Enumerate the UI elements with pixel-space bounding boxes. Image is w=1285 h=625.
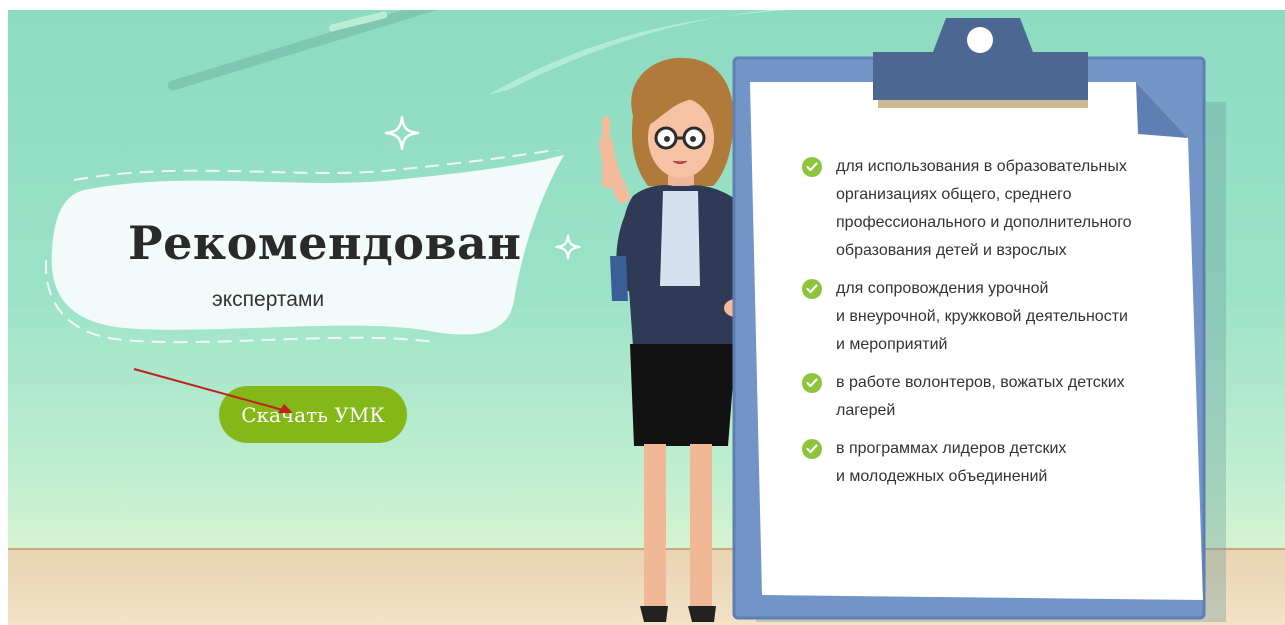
list-item-text: профессионального и дополнительного [836, 214, 1132, 231]
check-circle-icon [802, 279, 822, 299]
list-item-text: в программах лидеров детских [836, 440, 1067, 457]
list-item: в работе волонтеров, вожатых детских лаг… [800, 369, 1170, 425]
check-circle-icon [802, 157, 822, 177]
list-item-text: лагерей [836, 402, 896, 419]
list-item: в программах лидеров детских и молодежны… [800, 435, 1170, 491]
red-arrow-annotation [133, 368, 293, 413]
list-item: для использования в образовательных орга… [800, 153, 1170, 265]
banner-subtitle: экспертами [212, 288, 325, 311]
list-item-text: образования детей и взрослых [836, 242, 1067, 259]
list-item-text: и мероприятий [836, 336, 948, 353]
hero-banner: Рекомендован экспертами Скачать УМК для … [8, 10, 1285, 625]
sparkle-icon [384, 115, 420, 151]
list-item-text: и внеурочной, кружковой деятельности [836, 308, 1128, 325]
list-item-text: организациях общего, среднего [836, 186, 1072, 203]
list-item-text: и молодежных объединений [836, 468, 1048, 485]
list-item-text: для использования в образовательных [836, 158, 1127, 175]
list-item-text: для сопровождения урочной [836, 280, 1049, 297]
check-circle-icon [802, 439, 822, 459]
list-item: для сопровождения урочной и внеурочной, … [800, 275, 1170, 359]
decor-streak [166, 10, 476, 92]
recommendation-list: для использования в образовательных орга… [800, 153, 1170, 501]
list-item-text: в работе волонтеров, вожатых детских [836, 374, 1125, 391]
check-circle-icon [802, 373, 822, 393]
banner-title: Рекомендован [128, 216, 522, 270]
